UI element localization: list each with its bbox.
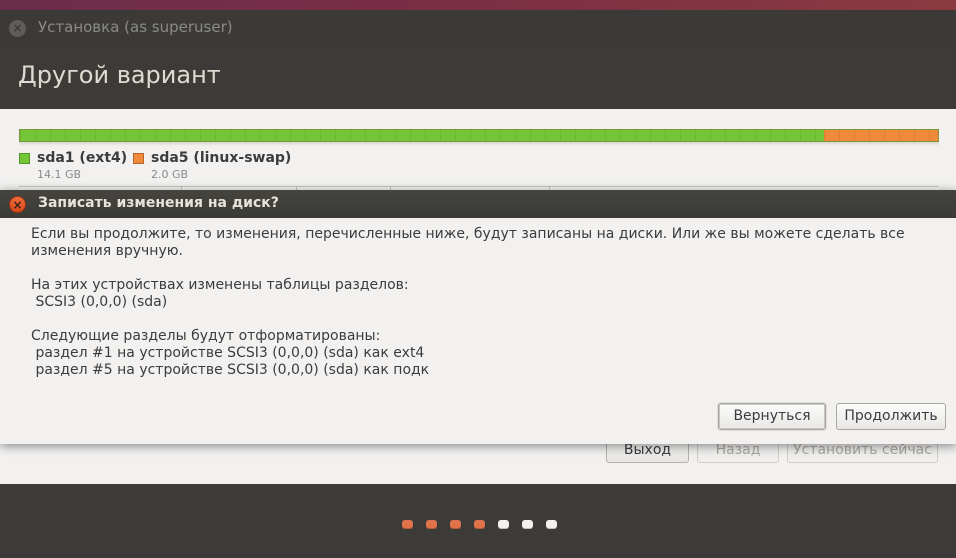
partition-bar-shadow [19, 142, 939, 146]
progress-dot [498, 520, 509, 529]
changed-tables-heading: На этих устройствах изменены таблицы раз… [31, 277, 409, 293]
legend-partition-name: sda5 (linux-swap) [151, 150, 292, 166]
partition-segment-sda1 [20, 130, 825, 141]
progress-dot [426, 520, 437, 529]
progress-dot [522, 520, 533, 529]
go-back-button[interactable]: Вернуться [718, 403, 826, 430]
format-heading: Следующие разделы будут отформатированы: [31, 328, 381, 344]
dialog-title: Записать изменения на диск? [38, 195, 279, 211]
partition-segment-sda5 [824, 130, 938, 141]
format-item: раздел #1 на устройстве SCSI3 (0,0,0) (s… [31, 345, 425, 361]
window-titlebar: × Установка (as superuser) [0, 10, 956, 44]
legend-swatch-swap [133, 153, 144, 164]
close-icon[interactable]: × [9, 196, 26, 213]
progress-dot [450, 520, 461, 529]
dialog-intro-text: Если вы продолжите, то изменения, перечи… [31, 226, 910, 259]
legend-swatch-ext4 [19, 153, 30, 164]
continue-button[interactable]: Продолжить [836, 403, 946, 430]
legend-partition-size: 2.0 GB [151, 168, 189, 181]
legend-partition-name: sda1 (ext4) [37, 150, 128, 166]
partition-usage-bar [19, 129, 939, 142]
format-item: раздел #5 на устройстве SCSI3 (0,0,0) (s… [31, 362, 430, 378]
progress-area [0, 484, 956, 558]
dialog-titlebar: × Записать изменения на диск? [0, 190, 956, 218]
progress-dot [546, 520, 557, 529]
progress-dot [402, 520, 413, 529]
dialog-message: Если вы продолжите, то изменения, перечи… [31, 226, 936, 379]
write-changes-dialog: × Записать изменения на диск? Если вы пр… [0, 190, 956, 444]
window-title: Установка (as superuser) [38, 18, 233, 36]
changed-tables-device: SCSI3 (0,0,0) (sda) [31, 294, 168, 310]
page-title: Другой вариант [18, 61, 221, 89]
progress-dot [474, 520, 485, 529]
legend-partition-size: 14.1 GB [37, 168, 82, 181]
close-icon[interactable]: × [9, 20, 26, 37]
page-header: Другой вариант [0, 44, 956, 109]
